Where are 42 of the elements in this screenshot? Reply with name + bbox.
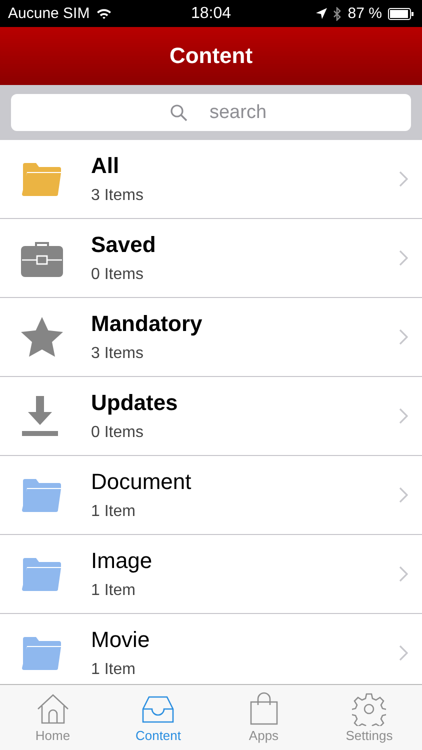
search-icon	[170, 104, 188, 122]
chevron-icon	[399, 487, 408, 503]
chevron-icon	[399, 408, 408, 424]
item-count: 1 Item	[91, 503, 136, 521]
list-item[interactable]: Updates 0 Items	[0, 377, 422, 456]
chevron-icon	[399, 250, 408, 266]
list-item[interactable]: Saved 0 Items	[0, 219, 422, 298]
item-count: 1 Item	[91, 582, 136, 600]
list-item[interactable]: All 3 Items	[0, 140, 422, 219]
item-title: Image	[91, 548, 154, 574]
list-item[interactable]: Mandatory 3 Items	[0, 298, 422, 377]
item-title: Mandatory	[91, 311, 204, 337]
item-title: Movie	[91, 627, 151, 653]
settings-icon	[352, 692, 386, 726]
item-title: Document	[91, 469, 192, 495]
download-icon	[21, 396, 59, 436]
page-title: Content	[169, 43, 253, 69]
battery-icon	[388, 8, 414, 20]
list-item[interactable]: Image 1 Item	[0, 535, 422, 614]
carrier: Aucune SIM	[8, 5, 90, 22]
clock: 18:04	[190, 4, 232, 22]
item-count: 0 Items	[91, 266, 144, 284]
star-icon	[21, 317, 63, 357]
chevron-icon	[399, 171, 408, 187]
chevron-icon	[399, 566, 408, 582]
briefcase-icon	[21, 239, 63, 277]
bluetooth-icon	[332, 6, 342, 20]
list-item[interactable]: Document 1 Item	[0, 456, 422, 535]
item-count: 0 Items	[91, 424, 144, 442]
home-icon	[36, 692, 70, 726]
item-count: 3 Items	[91, 345, 144, 363]
chevron-icon	[399, 645, 408, 661]
battery-percent: 87 %	[348, 5, 382, 22]
chevron-icon	[399, 329, 408, 345]
location-arrow-icon	[316, 8, 327, 19]
item-count: 3 Items	[91, 187, 144, 205]
item-title: Saved	[91, 232, 157, 258]
wifi-icon	[96, 8, 112, 20]
item-title: Updates	[91, 390, 179, 416]
item-title: All	[91, 153, 120, 179]
item-count: 1 Item	[91, 661, 136, 679]
search-field[interactable]: search	[11, 94, 411, 131]
